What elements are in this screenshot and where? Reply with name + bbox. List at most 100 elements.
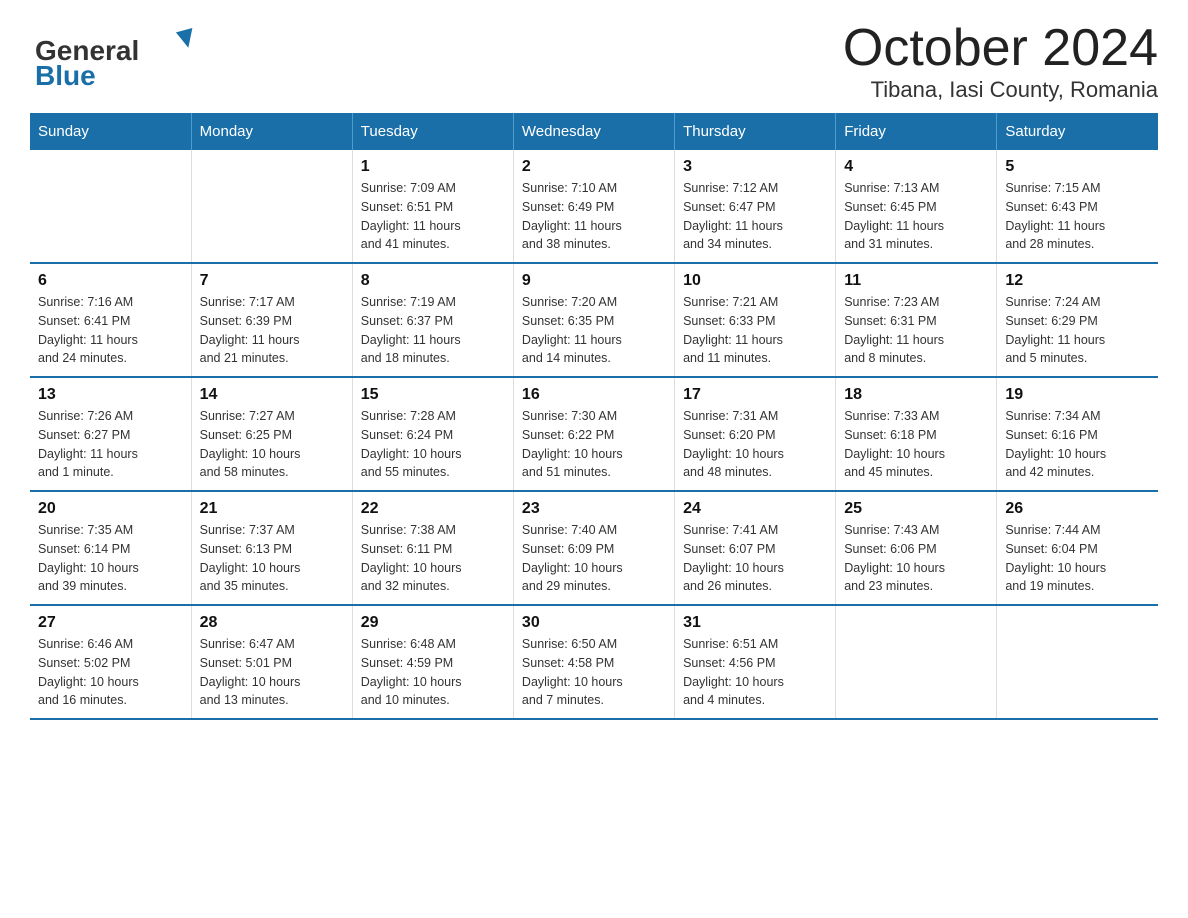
- day-info: Sunrise: 7:27 AM Sunset: 6:25 PM Dayligh…: [200, 407, 344, 482]
- calendar-table: Sunday Monday Tuesday Wednesday Thursday…: [30, 113, 1158, 720]
- day-info: Sunrise: 7:09 AM Sunset: 6:51 PM Dayligh…: [361, 179, 505, 254]
- calendar-body: 1 Sunrise: 7:09 AM Sunset: 6:51 PM Daylig…: [30, 150, 1158, 719]
- day-info: Sunrise: 7:21 AM Sunset: 6:33 PM Dayligh…: [683, 293, 827, 368]
- day-number: 21: [200, 500, 344, 518]
- day-cell: 18 Sunrise: 7:33 AM Sunset: 6:18 PM Dayli…: [836, 377, 997, 491]
- col-monday: Monday: [191, 113, 352, 150]
- day-cell: 9 Sunrise: 7:20 AM Sunset: 6:35 PM Daylig…: [513, 263, 674, 377]
- day-number: 9: [522, 272, 666, 290]
- day-number: 18: [844, 386, 988, 404]
- day-info: Sunrise: 7:38 AM Sunset: 6:11 PM Dayligh…: [361, 521, 505, 596]
- day-info: Sunrise: 7:20 AM Sunset: 6:35 PM Dayligh…: [522, 293, 666, 368]
- day-number: 4: [844, 158, 988, 176]
- day-cell: 30 Sunrise: 6:50 AM Sunset: 4:58 PM Dayli…: [513, 605, 674, 719]
- day-info: Sunrise: 7:26 AM Sunset: 6:27 PM Dayligh…: [38, 407, 183, 482]
- week-row-1: 1 Sunrise: 7:09 AM Sunset: 6:51 PM Daylig…: [30, 150, 1158, 263]
- day-info: Sunrise: 6:47 AM Sunset: 5:01 PM Dayligh…: [200, 635, 344, 710]
- day-cell: 1 Sunrise: 7:09 AM Sunset: 6:51 PM Daylig…: [352, 150, 513, 263]
- col-saturday: Saturday: [997, 113, 1158, 150]
- day-info: Sunrise: 7:30 AM Sunset: 6:22 PM Dayligh…: [522, 407, 666, 482]
- day-info: Sunrise: 7:24 AM Sunset: 6:29 PM Dayligh…: [1005, 293, 1150, 368]
- day-info: Sunrise: 7:35 AM Sunset: 6:14 PM Dayligh…: [38, 521, 183, 596]
- day-info: Sunrise: 7:33 AM Sunset: 6:18 PM Dayligh…: [844, 407, 988, 482]
- day-number: 14: [200, 386, 344, 404]
- day-cell: 25 Sunrise: 7:43 AM Sunset: 6:06 PM Dayli…: [836, 491, 997, 605]
- day-cell: 2 Sunrise: 7:10 AM Sunset: 6:49 PM Daylig…: [513, 150, 674, 263]
- col-sunday: Sunday: [30, 113, 191, 150]
- day-cell: 17 Sunrise: 7:31 AM Sunset: 6:20 PM Dayli…: [675, 377, 836, 491]
- page-subtitle: Tibana, Iasi County, Romania: [843, 77, 1158, 103]
- day-info: Sunrise: 7:31 AM Sunset: 6:20 PM Dayligh…: [683, 407, 827, 482]
- col-thursday: Thursday: [675, 113, 836, 150]
- day-number: 2: [522, 158, 666, 176]
- day-number: 31: [683, 614, 827, 632]
- day-number: 7: [200, 272, 344, 290]
- day-cell: 24 Sunrise: 7:41 AM Sunset: 6:07 PM Dayli…: [675, 491, 836, 605]
- day-cell: 27Sunrise: 6:46 AM Sunset: 5:02 PM Dayli…: [30, 605, 191, 719]
- day-cell: 4 Sunrise: 7:13 AM Sunset: 6:45 PM Daylig…: [836, 150, 997, 263]
- day-number: 17: [683, 386, 827, 404]
- day-cell: 20 Sunrise: 7:35 AM Sunset: 6:14 PM Dayli…: [30, 491, 191, 605]
- day-info: Sunrise: 7:16 AM Sunset: 6:41 PM Dayligh…: [38, 293, 183, 368]
- col-tuesday: Tuesday: [352, 113, 513, 150]
- day-cell: 23Sunrise: 7:40 AM Sunset: 6:09 PM Dayli…: [513, 491, 674, 605]
- day-number: 5: [1005, 158, 1150, 176]
- week-row-4: 20 Sunrise: 7:35 AM Sunset: 6:14 PM Dayli…: [30, 491, 1158, 605]
- day-cell: [997, 605, 1158, 719]
- day-number: 24: [683, 500, 827, 518]
- day-number: 1: [361, 158, 505, 176]
- day-info: Sunrise: 7:19 AM Sunset: 6:37 PM Dayligh…: [361, 293, 505, 368]
- page-title: October 2024: [843, 20, 1158, 77]
- col-wednesday: Wednesday: [513, 113, 674, 150]
- day-number: 22: [361, 500, 505, 518]
- svg-text:Blue: Blue: [35, 60, 96, 90]
- day-number: 28: [200, 614, 344, 632]
- day-cell: 21 Sunrise: 7:37 AM Sunset: 6:13 PM Dayli…: [191, 491, 352, 605]
- day-number: 25: [844, 500, 988, 518]
- day-info: Sunrise: 6:46 AM Sunset: 5:02 PM Dayligh…: [38, 635, 183, 710]
- day-cell: 15 Sunrise: 7:28 AM Sunset: 6:24 PM Dayli…: [352, 377, 513, 491]
- logo: General Blue: [30, 20, 220, 90]
- day-number: 10: [683, 272, 827, 290]
- day-info: Sunrise: 7:23 AM Sunset: 6:31 PM Dayligh…: [844, 293, 988, 368]
- page-header: General Blue October 2024 Tibana, Iasi C…: [30, 20, 1158, 103]
- day-cell: 10 Sunrise: 7:21 AM Sunset: 6:33 PM Dayli…: [675, 263, 836, 377]
- day-info: Sunrise: 7:41 AM Sunset: 6:07 PM Dayligh…: [683, 521, 827, 596]
- day-number: 3: [683, 158, 827, 176]
- day-info: Sunrise: 7:28 AM Sunset: 6:24 PM Dayligh…: [361, 407, 505, 482]
- day-info: Sunrise: 7:15 AM Sunset: 6:43 PM Dayligh…: [1005, 179, 1150, 254]
- day-cell: 7 Sunrise: 7:17 AM Sunset: 6:39 PM Daylig…: [191, 263, 352, 377]
- day-number: 8: [361, 272, 505, 290]
- day-info: Sunrise: 7:43 AM Sunset: 6:06 PM Dayligh…: [844, 521, 988, 596]
- day-info: Sunrise: 7:37 AM Sunset: 6:13 PM Dayligh…: [200, 521, 344, 596]
- day-number: 15: [361, 386, 505, 404]
- day-cell: 19Sunrise: 7:34 AM Sunset: 6:16 PM Dayli…: [997, 377, 1158, 491]
- calendar-header: Sunday Monday Tuesday Wednesday Thursday…: [30, 113, 1158, 150]
- day-info: Sunrise: 7:13 AM Sunset: 6:45 PM Dayligh…: [844, 179, 988, 254]
- day-info: Sunrise: 6:48 AM Sunset: 4:59 PM Dayligh…: [361, 635, 505, 710]
- day-cell: 5 Sunrise: 7:15 AM Sunset: 6:43 PM Daylig…: [997, 150, 1158, 263]
- day-info: Sunrise: 6:50 AM Sunset: 4:58 PM Dayligh…: [522, 635, 666, 710]
- day-cell: 6 Sunrise: 7:16 AM Sunset: 6:41 PM Daylig…: [30, 263, 191, 377]
- day-number: 6: [38, 272, 183, 290]
- col-friday: Friday: [836, 113, 997, 150]
- day-info: Sunrise: 7:17 AM Sunset: 6:39 PM Dayligh…: [200, 293, 344, 368]
- day-info: Sunrise: 7:44 AM Sunset: 6:04 PM Dayligh…: [1005, 521, 1150, 596]
- day-number: 19: [1005, 386, 1150, 404]
- day-number: 16: [522, 386, 666, 404]
- week-row-3: 13Sunrise: 7:26 AM Sunset: 6:27 PM Dayli…: [30, 377, 1158, 491]
- day-cell: 12 Sunrise: 7:24 AM Sunset: 6:29 PM Dayli…: [997, 263, 1158, 377]
- day-cell: 29Sunrise: 6:48 AM Sunset: 4:59 PM Dayli…: [352, 605, 513, 719]
- week-row-5: 27Sunrise: 6:46 AM Sunset: 5:02 PM Dayli…: [30, 605, 1158, 719]
- title-block: October 2024 Tibana, Iasi County, Romani…: [843, 20, 1158, 103]
- day-number: 30: [522, 614, 666, 632]
- header-row: Sunday Monday Tuesday Wednesday Thursday…: [30, 113, 1158, 150]
- day-number: 20: [38, 500, 183, 518]
- day-number: 12: [1005, 272, 1150, 290]
- day-info: Sunrise: 7:10 AM Sunset: 6:49 PM Dayligh…: [522, 179, 666, 254]
- day-info: Sunrise: 7:12 AM Sunset: 6:47 PM Dayligh…: [683, 179, 827, 254]
- week-row-2: 6 Sunrise: 7:16 AM Sunset: 6:41 PM Daylig…: [30, 263, 1158, 377]
- day-number: 26: [1005, 500, 1150, 518]
- day-cell: 31Sunrise: 6:51 AM Sunset: 4:56 PM Dayli…: [675, 605, 836, 719]
- day-cell: [30, 150, 191, 263]
